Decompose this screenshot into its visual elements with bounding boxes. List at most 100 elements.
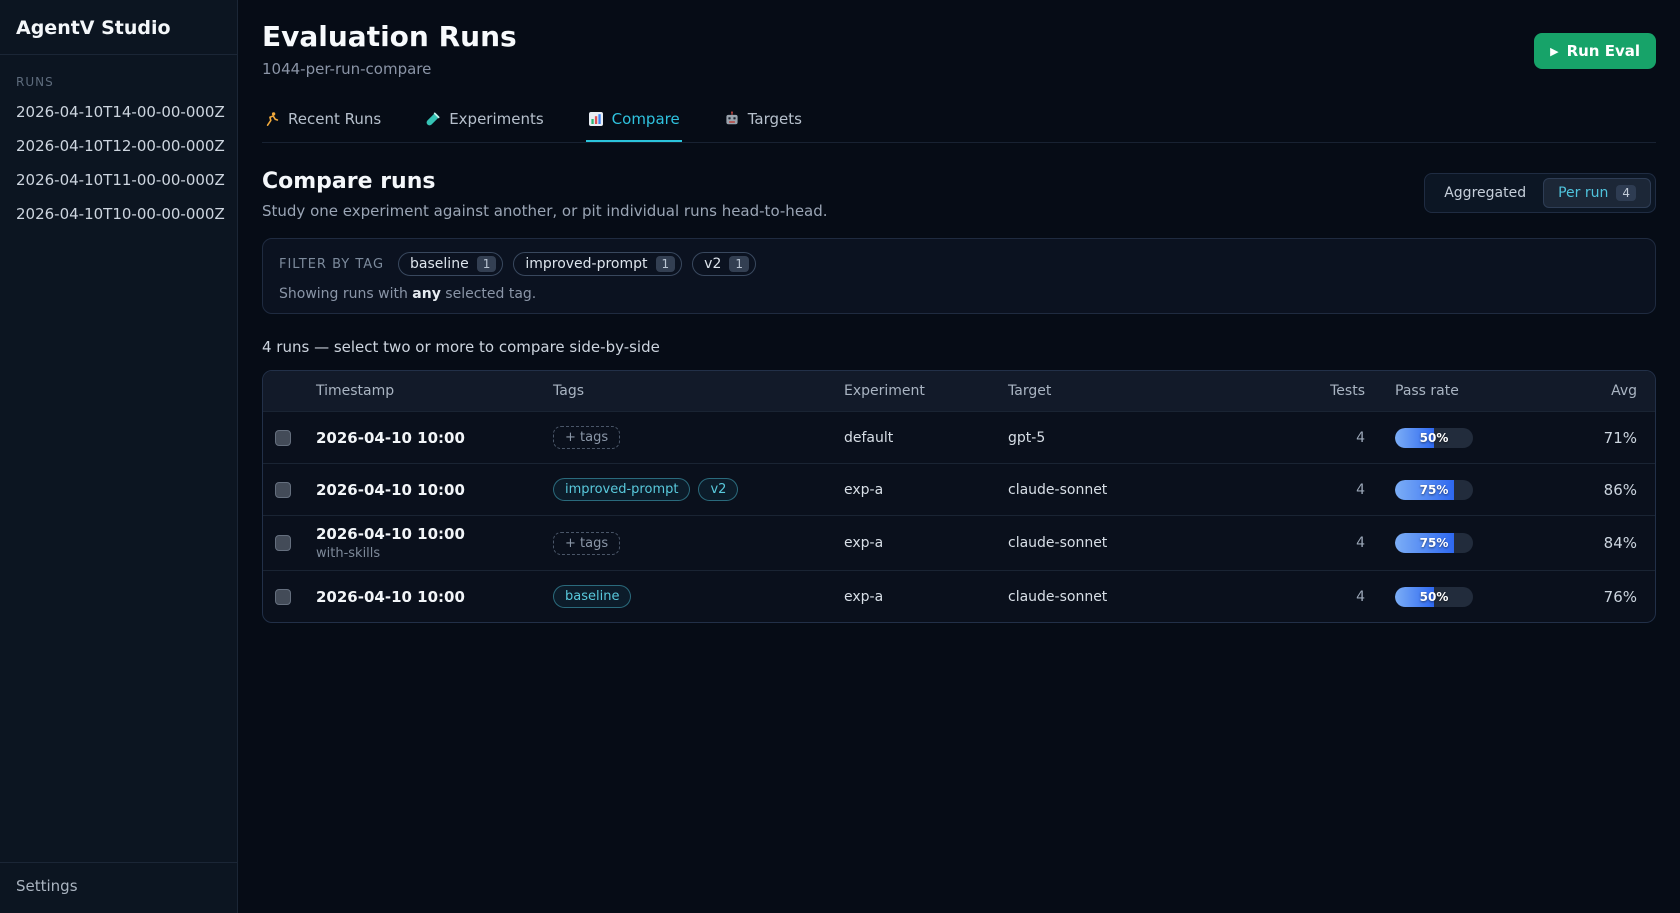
run-row[interactable]: 2026-04-10 10:00+ tags defaultgpt-54 50% 71… — [263, 411, 1655, 463]
table-body: 2026-04-10 10:00+ tagsdefaultgpt-5450%71… — [263, 411, 1655, 622]
runner-icon — [264, 111, 280, 127]
run-tests-count: 4 — [1303, 482, 1365, 498]
filter-chip-list: baseline 1 improved-prompt 1 v2 1 — [398, 252, 756, 276]
row-checkbox[interactable] — [275, 482, 291, 498]
section-subtitle: Study one experiment against another, or… — [262, 202, 828, 220]
row-checkbox[interactable] — [275, 589, 291, 605]
filter-note-emphasis: any — [412, 286, 441, 302]
pass-rate-pill: 50% — [1395, 587, 1473, 607]
pass-rate-value: 75% — [1395, 480, 1473, 500]
run-row[interactable]: 2026-04-10 10:00 with-skills+ tags exp-acl… — [263, 515, 1655, 570]
tab-label: Targets — [748, 110, 802, 128]
runs-table: TimestampTagsExperimentTargetTestsPass r… — [262, 370, 1656, 623]
toggle-per-run[interactable]: Per run 4 — [1543, 178, 1651, 208]
per-run-count-badge: 4 — [1616, 185, 1636, 201]
tab-recent-runs[interactable]: Recent Runs — [262, 102, 383, 142]
tab-bar: Recent Runs Experiments Compare Targets — [262, 102, 1656, 143]
row-checkbox[interactable] — [275, 430, 291, 446]
filter-note: Showing runs with any selected tag. — [279, 286, 1639, 302]
filter-tag-chip-improved-prompt[interactable]: improved-prompt 1 — [513, 252, 682, 276]
column-header-tests: Tests — [1303, 383, 1365, 399]
run-experiment: exp-a — [844, 482, 1008, 498]
app-window: AgentV Studio RUNS 2026-04-10T14-00-00-0… — [0, 0, 1680, 913]
pass-rate-pill: 75% — [1395, 533, 1473, 553]
filter-note-prefix: Showing runs with — [279, 286, 408, 302]
run-row[interactable]: 2026-04-10 10:00improved-promptv2exp-acl… — [263, 463, 1655, 515]
sidebar-spacer — [0, 231, 237, 862]
filter-label: FILTER BY TAG — [279, 257, 384, 272]
sidebar-item-run[interactable]: 2026-04-10T10-00-00-000Z — [0, 197, 237, 231]
run-tag-chip-baseline: baseline — [553, 585, 631, 608]
run-timestamp: 2026-04-10 10:00 — [316, 481, 553, 499]
tag-name: baseline — [410, 256, 469, 272]
tab-experiments[interactable]: Experiments — [423, 102, 545, 142]
tag-count-badge: 1 — [477, 256, 497, 272]
run-target: claude-sonnet — [1008, 482, 1303, 498]
runs-list: 2026-04-10T14-00-00-000Z2026-04-10T12-00… — [0, 95, 237, 231]
filter-tag-chip-v2[interactable]: v2 1 — [692, 252, 756, 276]
pass-rate-value: 50% — [1395, 587, 1473, 607]
run-timestamp: 2026-04-10 10:00 — [316, 525, 553, 543]
tag-name: v2 — [704, 256, 721, 272]
pass-rate-value: 50% — [1395, 428, 1473, 448]
run-tests-count: 4 — [1303, 535, 1365, 551]
bar-chart-icon — [588, 111, 604, 127]
runs-summary: 4 runs — select two or more to compare s… — [262, 338, 1656, 356]
page-subtitle: 1044-per-run-compare — [262, 60, 517, 78]
compare-header: Compare runs Study one experiment agains… — [262, 169, 1656, 220]
run-tag-chip-improved-prompt: improved-prompt — [553, 478, 690, 501]
sidebar-item-run[interactable]: 2026-04-10T11-00-00-000Z — [0, 163, 237, 197]
runs-section-label: RUNS — [0, 55, 237, 95]
view-mode-toggle: Aggregated Per run 4 — [1424, 173, 1656, 213]
sidebar-item-settings[interactable]: Settings — [0, 863, 237, 913]
filter-tag-chip-baseline[interactable]: baseline 1 — [398, 252, 503, 276]
tag-count-badge: 1 — [656, 256, 676, 272]
tag-count-badge: 1 — [729, 256, 749, 272]
run-timestamp: 2026-04-10 10:00 — [316, 429, 553, 447]
pass-rate-pill: 75% — [1395, 480, 1473, 500]
run-experiment: default — [844, 430, 1008, 446]
run-eval-label: Run Eval — [1567, 42, 1640, 60]
page-header: Evaluation Runs 1044-per-run-compare ▶ R… — [262, 20, 1656, 78]
toggle-aggregated[interactable]: Aggregated — [1429, 178, 1541, 208]
pass-rate-pill: 50% — [1395, 428, 1473, 448]
run-row[interactable]: 2026-04-10 10:00baselineexp-aclaude-sonn… — [263, 570, 1655, 622]
run-tests-count: 4 — [1303, 589, 1365, 605]
per-run-label: Per run — [1558, 185, 1608, 201]
column-header-timestamp: Timestamp — [316, 383, 553, 399]
table-header: TimestampTagsExperimentTargetTestsPass r… — [263, 371, 1655, 411]
robot-icon — [724, 111, 740, 127]
column-header-target: Target — [1008, 383, 1303, 399]
run-target: gpt-5 — [1008, 430, 1303, 446]
run-eval-button[interactable]: ▶ Run Eval — [1534, 33, 1656, 69]
run-experiment: exp-a — [844, 535, 1008, 551]
run-experiment: exp-a — [844, 589, 1008, 605]
sidebar: AgentV Studio RUNS 2026-04-10T14-00-00-0… — [0, 0, 238, 913]
sidebar-item-run[interactable]: 2026-04-10T12-00-00-000Z — [0, 129, 237, 163]
row-checkbox[interactable] — [275, 535, 291, 551]
tab-label: Compare — [612, 110, 680, 128]
sidebar-item-run[interactable]: 2026-04-10T14-00-00-000Z — [0, 95, 237, 129]
tab-compare[interactable]: Compare — [586, 102, 682, 142]
run-target: claude-sonnet — [1008, 535, 1303, 551]
column-header-avg: Avg — [1495, 383, 1655, 399]
main-content: Evaluation Runs 1044-per-run-compare ▶ R… — [238, 0, 1680, 913]
page-title: Evaluation Runs — [262, 20, 517, 53]
tab-label: Recent Runs — [288, 110, 381, 128]
column-header-pass-rate: Pass rate — [1365, 383, 1495, 399]
pass-rate-value: 75% — [1395, 533, 1473, 553]
run-avg-score: 86% — [1495, 481, 1655, 499]
run-avg-score: 71% — [1495, 429, 1655, 447]
app-title: AgentV Studio — [0, 0, 237, 54]
run-avg-score: 76% — [1495, 588, 1655, 606]
test-tube-icon — [425, 111, 441, 127]
run-subtitle: with-skills — [316, 546, 553, 561]
tab-targets[interactable]: Targets — [722, 102, 804, 142]
tag-name: improved-prompt — [525, 256, 647, 272]
column-header-tags: Tags — [553, 383, 844, 399]
run-tests-count: 4 — [1303, 430, 1365, 446]
tab-label: Experiments — [449, 110, 543, 128]
add-tags-button[interactable]: + tags — [553, 532, 620, 555]
add-tags-button[interactable]: + tags — [553, 426, 620, 449]
play-icon: ▶ — [1550, 46, 1558, 57]
